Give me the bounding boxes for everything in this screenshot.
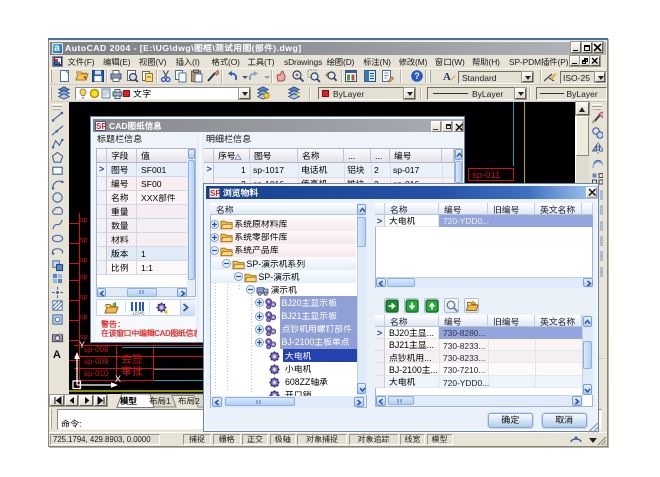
svg-text:?: ? — [414, 71, 420, 81]
svg-text:A: A — [53, 349, 61, 361]
svg-text:12345: 12345 — [132, 310, 145, 315]
svg-text:Y: Y — [79, 340, 85, 350]
svg-text:A: A — [443, 71, 451, 83]
svg-text:X: X — [115, 374, 121, 384]
